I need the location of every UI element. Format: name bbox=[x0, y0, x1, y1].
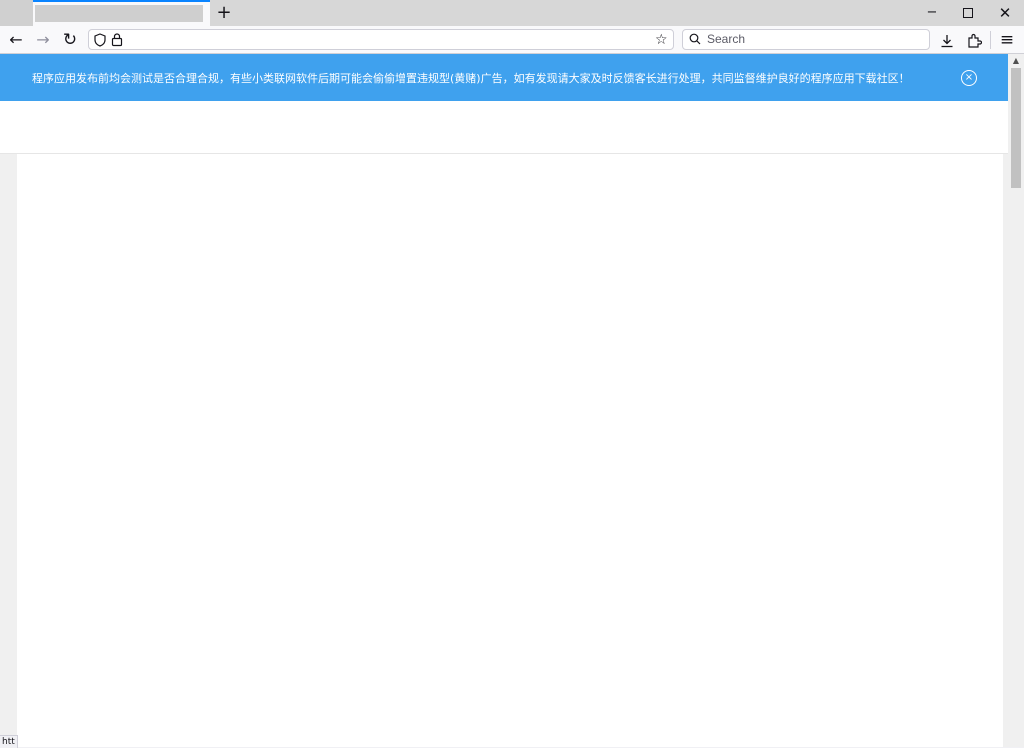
scroll-up-arrow-icon[interactable]: ▲ bbox=[1008, 54, 1024, 68]
tab-title bbox=[35, 5, 203, 22]
minimize-button[interactable]: − bbox=[914, 0, 950, 26]
download-icon[interactable] bbox=[936, 29, 958, 51]
url-bar[interactable]: ☆ bbox=[88, 29, 674, 50]
tab-strip-left-area bbox=[0, 0, 33, 26]
active-tab[interactable] bbox=[33, 0, 210, 26]
shield-icon[interactable] bbox=[94, 33, 106, 47]
page-header bbox=[0, 101, 1008, 153]
vertical-scrollbar[interactable]: ▲ bbox=[1008, 54, 1024, 747]
reload-button[interactable]: ↻ bbox=[58, 28, 82, 52]
left-gutter bbox=[0, 154, 17, 747]
search-input[interactable]: Search bbox=[682, 29, 930, 50]
scroll-thumb[interactable] bbox=[1011, 68, 1021, 188]
notice-text: 程序应用发布前均会测试是否合理合规，有些小类联网软件后期可能会偷偷增置违规型(黄… bbox=[32, 72, 910, 85]
extensions-icon[interactable] bbox=[963, 29, 985, 51]
menu-icon[interactable]: ≡ bbox=[996, 29, 1018, 51]
toolbar-separator bbox=[990, 31, 991, 49]
close-window-button[interactable]: ✕ bbox=[987, 0, 1023, 26]
close-icon[interactable]: × bbox=[961, 70, 977, 86]
main-content bbox=[17, 154, 1003, 747]
star-icon[interactable]: ☆ bbox=[655, 32, 668, 48]
tab-strip: + − ✕ bbox=[0, 0, 1024, 26]
status-bar: htt bbox=[0, 735, 18, 748]
maximize-button[interactable] bbox=[950, 0, 986, 26]
page-viewport: 程序应用发布前均会测试是否合理合规，有些小类联网软件后期可能会偷偷增置违规型(黄… bbox=[0, 54, 1008, 747]
navigation-toolbar: ← → ↻ ☆ Search ≡ bbox=[0, 26, 1024, 53]
back-button[interactable]: ← bbox=[4, 28, 28, 52]
search-placeholder: Search bbox=[707, 32, 746, 46]
new-tab-button[interactable]: + bbox=[214, 3, 234, 23]
forward-button[interactable]: → bbox=[31, 28, 55, 52]
lock-icon[interactable] bbox=[111, 32, 123, 47]
maximize-icon bbox=[963, 7, 973, 18]
search-icon bbox=[689, 33, 701, 45]
notice-banner: 程序应用发布前均会测试是否合理合规，有些小类联网软件后期可能会偷偷增置违规型(黄… bbox=[0, 54, 1008, 101]
